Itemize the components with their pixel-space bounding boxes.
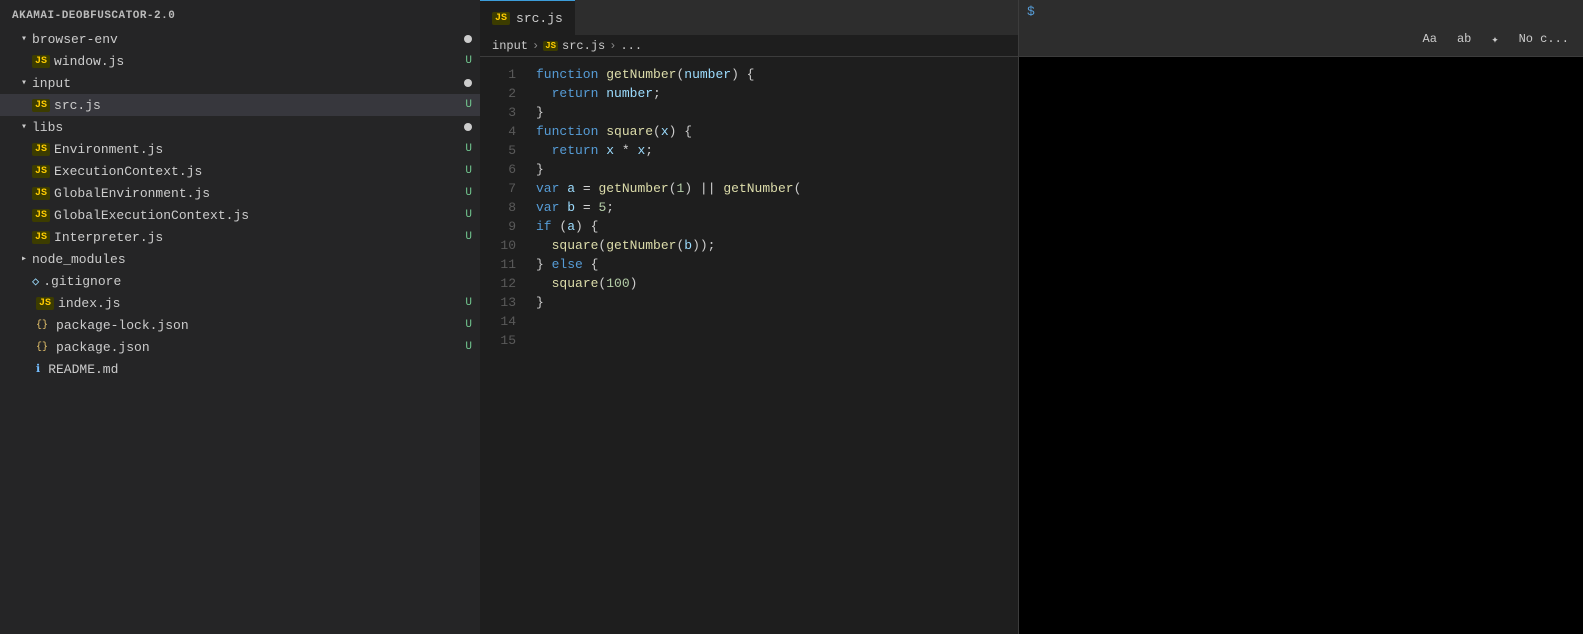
js-tab-icon: JS	[492, 12, 510, 25]
right-panel-top: $	[1019, 0, 1583, 22]
file-label: window.js	[54, 54, 124, 69]
sidebar-item-browser-env[interactable]: ▾ browser-env	[0, 28, 480, 50]
modified-dot	[464, 123, 472, 131]
sidebar-item-environment-js[interactable]: JS Environment.js U	[0, 138, 480, 160]
breadcrumb-file: src.js	[562, 39, 605, 53]
file-label: Environment.js	[54, 142, 163, 157]
js-file-icon: JS	[32, 143, 50, 156]
code-line-10: var b = 5;	[528, 198, 1018, 217]
untracked-badge: U	[465, 297, 472, 309]
file-label: README.md	[48, 362, 118, 377]
sidebar-item-gitignore[interactable]: ◇ .gitignore	[0, 270, 480, 292]
untracked-badge: U	[465, 143, 472, 155]
folder-label: browser-env	[32, 32, 118, 47]
file-label: index.js	[58, 296, 120, 311]
sidebar-item-globalexecutioncontext-js[interactable]: JS GlobalExecutionContext.js U	[0, 204, 480, 226]
untracked-badge: U	[465, 341, 472, 353]
code-line-15: }	[528, 293, 1018, 312]
untracked-badge: U	[465, 187, 472, 199]
editor-tabs: JS src.js	[480, 0, 1018, 35]
sidebar-item-executioncontext-js[interactable]: JS ExecutionContext.js U	[0, 160, 480, 182]
info-file-icon: ℹ	[36, 362, 40, 376]
code-line-1: function getNumber(number) {	[528, 65, 1018, 84]
code-line-13: } else {	[528, 255, 1018, 274]
untracked-badge: U	[465, 231, 472, 243]
folder-label: libs	[32, 120, 63, 135]
code-line-5: function square(x) {	[528, 122, 1018, 141]
tab-src-js[interactable]: JS src.js	[480, 0, 575, 35]
json-file-icon: {}	[36, 342, 48, 353]
sidebar-item-package-json[interactable]: {} package.json U	[0, 336, 480, 358]
untracked-badge: U	[465, 55, 472, 67]
js-file-icon: JS	[32, 231, 50, 244]
untracked-badge: U	[465, 209, 472, 221]
file-label: .gitignore	[43, 274, 121, 289]
js-breadcrumb-icon: JS	[543, 41, 558, 51]
line-numbers: 12345 678910 1112131415	[480, 57, 528, 634]
js-file-icon: JS	[32, 55, 50, 68]
sidebar-title: AKAMAI-DEOBFUSCATOR-2.0	[0, 4, 480, 28]
untracked-badge: U	[465, 165, 472, 177]
folder-label: node_modules	[32, 252, 126, 267]
js-file-icon: JS	[32, 165, 50, 178]
sidebar-item-package-lock-json[interactable]: {} package-lock.json U	[0, 314, 480, 336]
chevron-down-icon: ▾	[16, 33, 32, 45]
file-label: package-lock.json	[56, 318, 189, 333]
sidebar: AKAMAI-DEOBFUSCATOR-2.0 ▾ browser-env JS…	[0, 0, 480, 634]
sidebar-item-input[interactable]: ▾ input	[0, 72, 480, 94]
sparkle-button[interactable]: ✦	[1485, 30, 1504, 49]
sidebar-item-window-js[interactable]: JS window.js U	[0, 50, 480, 72]
sidebar-item-interpreter-js[interactable]: JS Interpreter.js U	[0, 226, 480, 248]
font-aa-button[interactable]: Aa	[1417, 30, 1443, 48]
code-line-12: square(getNumber(b));	[528, 236, 1018, 255]
editor-area: JS src.js input › JS src.js › ... 12345 …	[480, 0, 1018, 634]
breadcrumb: input › JS src.js › ...	[480, 35, 1018, 57]
js-file-icon: JS	[32, 187, 50, 200]
sidebar-item-libs[interactable]: ▾ libs	[0, 116, 480, 138]
untracked-badge: U	[465, 319, 472, 331]
code-editor[interactable]: function getNumber(number) { return numb…	[528, 57, 1018, 634]
file-label: GlobalExecutionContext.js	[54, 208, 249, 223]
special-file-icon: ◇	[32, 274, 39, 289]
code-line-2: return number;	[528, 84, 1018, 103]
untracked-badge: U	[465, 99, 472, 111]
chevron-right-icon: ▸	[16, 253, 32, 265]
code-line-6: return x * x;	[528, 141, 1018, 160]
js-file-icon: JS	[32, 209, 50, 222]
file-label: package.json	[56, 340, 150, 355]
breadcrumb-more: ...	[620, 39, 642, 53]
code-line-3: }	[528, 103, 1018, 122]
modified-dot	[464, 79, 472, 87]
font-ab-button[interactable]: ab	[1451, 30, 1477, 48]
right-panel: $ Aa ab ✦ No c...	[1018, 0, 1583, 634]
tab-label: src.js	[516, 11, 563, 26]
main-layout: AKAMAI-DEOBFUSCATOR-2.0 ▾ browser-env JS…	[0, 0, 1583, 634]
breadcrumb-input: input	[492, 39, 528, 53]
modified-dot	[464, 35, 472, 43]
code-line-7: }	[528, 160, 1018, 179]
file-label: ExecutionContext.js	[54, 164, 202, 179]
sidebar-item-globalenvironment-js[interactable]: JS GlobalEnvironment.js U	[0, 182, 480, 204]
terminal-dollar: $	[1027, 4, 1035, 19]
sidebar-item-readme-md[interactable]: ℹ README.md	[0, 358, 480, 380]
sidebar-item-src-js[interactable]: JS src.js U	[0, 94, 480, 116]
code-line-11: if (a) {	[528, 217, 1018, 236]
js-file-icon: JS	[36, 297, 54, 310]
sidebar-item-node-modules[interactable]: ▸ node_modules	[0, 248, 480, 270]
right-panel-toolbar: Aa ab ✦ No c...	[1019, 22, 1583, 57]
file-label: Interpreter.js	[54, 230, 163, 245]
no-config-button[interactable]: No c...	[1513, 30, 1575, 48]
file-label: GlobalEnvironment.js	[54, 186, 210, 201]
right-panel-content[interactable]	[1019, 57, 1583, 634]
code-line-9: var a = getNumber(1) || getNumber(	[528, 179, 1018, 198]
file-label: src.js	[54, 98, 101, 113]
json-file-icon: {}	[36, 320, 48, 331]
code-line-14: square(100)	[528, 274, 1018, 293]
chevron-down-icon: ▾	[16, 121, 32, 133]
code-body: 12345 678910 1112131415 function getNumb…	[480, 57, 1018, 634]
sidebar-item-index-js[interactable]: JS index.js U	[0, 292, 480, 314]
js-file-icon: JS	[32, 99, 50, 112]
chevron-down-icon: ▾	[16, 77, 32, 89]
folder-label: input	[32, 76, 71, 91]
